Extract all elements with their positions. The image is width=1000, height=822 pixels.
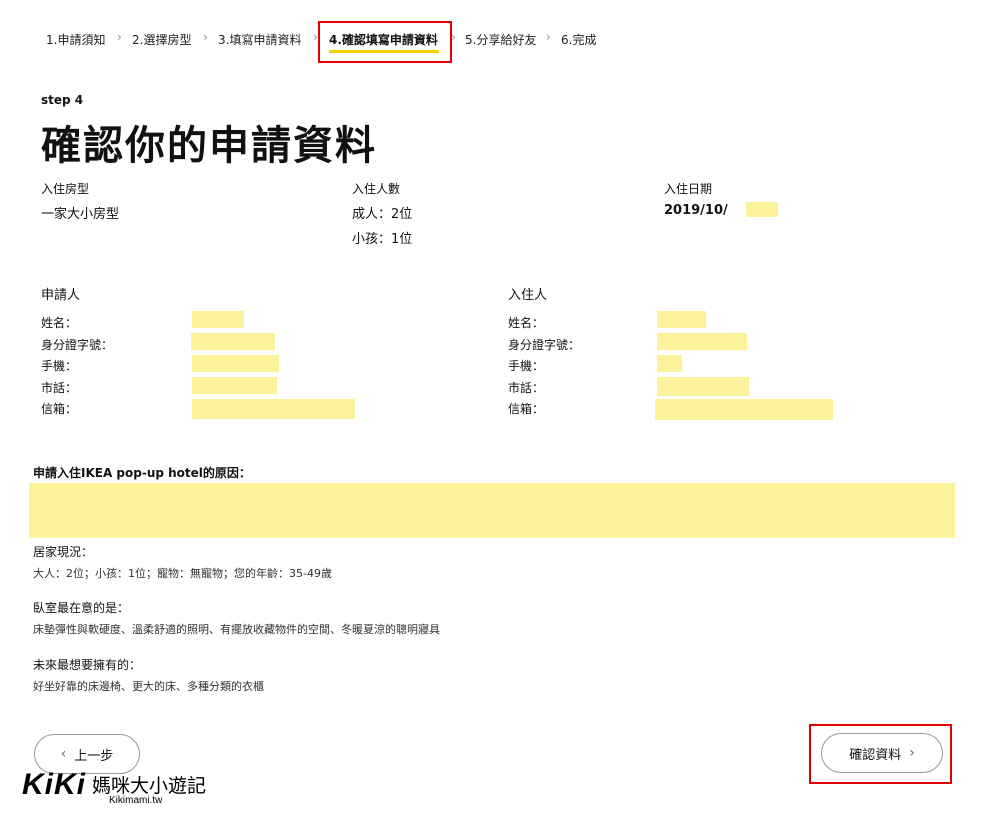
redacted-highlight — [191, 333, 275, 350]
children-count: 小孩：1位 — [352, 232, 413, 247]
applicant-phone-label: 市話： — [41, 381, 78, 395]
chevron-right-icon: › — [117, 30, 122, 44]
redacted-highlight — [746, 202, 778, 217]
bedroom-priority-label: 臥室最在意的是： — [33, 601, 130, 615]
confirm-button-label: 確認資料 — [849, 747, 902, 763]
future-wish-value: 好坐好靠的床邊椅、更大的床、多種分類的衣櫃 — [33, 680, 264, 693]
future-wish-label: 未來最想要擁有的： — [33, 658, 142, 672]
redacted-highlight — [657, 333, 747, 350]
applicant-heading: 申請人 — [41, 288, 81, 303]
breadcrumb-step-5[interactable]: 5.分享給好友 — [465, 31, 536, 48]
adults-count: 成人：2位 — [352, 207, 413, 222]
confirm-button[interactable]: 確認資料 › — [821, 733, 943, 773]
watermark-url: Kikimami.tw — [109, 795, 163, 806]
date-label: 入住日期 — [664, 182, 713, 196]
redacted-reason-highlight — [29, 483, 955, 538]
room-type-value: 一家大小房型 — [41, 207, 120, 222]
redacted-highlight — [192, 311, 244, 328]
redacted-highlight — [657, 355, 682, 372]
applicant-mobile-label: 手機： — [41, 359, 78, 373]
resident-heading: 入住人 — [508, 288, 548, 303]
room-type-label: 入住房型 — [41, 182, 90, 196]
resident-phone-label: 市話： — [508, 381, 545, 395]
home-status-label: 居家現況： — [33, 545, 94, 559]
checkin-date-value: 2019/10/ — [664, 203, 728, 218]
page-title: 確認你的申請資料 — [41, 123, 377, 169]
breadcrumb-step-3[interactable]: 3.填寫申請資料 — [218, 31, 301, 48]
home-status-value: 大人：2位；小孩：1位；寵物：無寵物；您的年齡：35-49歲 — [33, 567, 332, 580]
chevron-right-icon: › — [203, 30, 208, 44]
reason-label: 申請入住IKEA pop-up hotel的原因： — [33, 466, 251, 480]
redacted-highlight — [192, 355, 279, 372]
watermark-text: 媽咪大小遊記 — [92, 775, 207, 797]
watermark-logo: KiKi — [22, 768, 86, 801]
breadcrumb-step-1[interactable]: 1.申請須知 — [46, 31, 105, 48]
back-button-label: 上一步 — [74, 748, 114, 764]
applicant-email-label: 信箱： — [41, 402, 78, 416]
resident-mobile-label: 手機： — [508, 359, 545, 373]
redacted-highlight — [657, 377, 749, 396]
chevron-left-icon: ‹ — [60, 746, 67, 762]
applicant-id-label: 身分證字號： — [41, 338, 114, 352]
bedroom-priority-value: 床墊彈性與軟硬度、溫柔舒適的照明、有擺放收藏物件的空間、冬暖夏涼的聰明寢具 — [33, 623, 440, 636]
chevron-right-icon: › — [546, 30, 551, 44]
chevron-right-icon: › — [909, 745, 915, 761]
step-label: step 4 — [41, 93, 84, 107]
resident-email-label: 信箱： — [508, 402, 545, 416]
redacted-highlight — [655, 399, 833, 420]
redacted-highlight — [657, 311, 706, 328]
redacted-highlight — [192, 399, 355, 419]
resident-id-label: 身分證字號： — [508, 338, 581, 352]
redacted-highlight — [192, 377, 277, 394]
breadcrumb-step-6[interactable]: 6.完成 — [561, 31, 596, 48]
applicant-name-label: 姓名： — [41, 316, 78, 330]
annotation-highlight-box — [318, 21, 452, 63]
guests-label: 入住人數 — [352, 182, 401, 196]
resident-name-label: 姓名： — [508, 316, 545, 330]
breadcrumb-step-2[interactable]: 2.選擇房型 — [132, 31, 191, 48]
